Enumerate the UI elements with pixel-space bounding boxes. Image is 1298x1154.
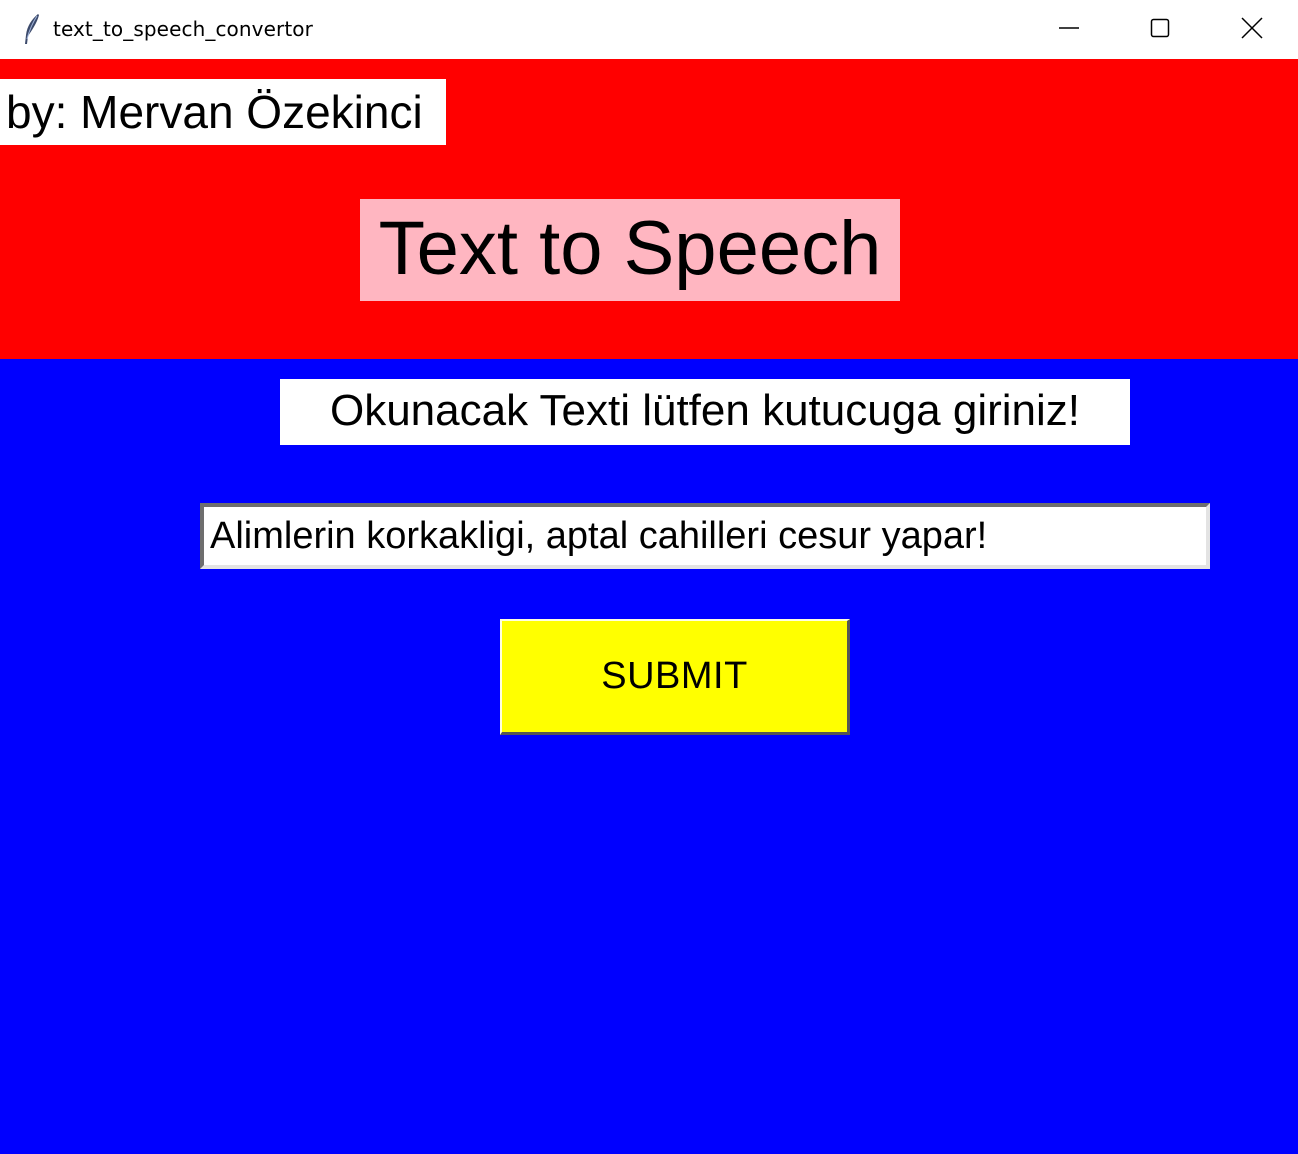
text-input[interactable] — [200, 503, 1210, 569]
author-label: by: Mervan Özekinci — [0, 79, 446, 145]
main-panel: Okunacak Texti lütfen kutucuga giriniz! … — [0, 359, 1298, 1154]
minimize-button[interactable] — [1024, 0, 1114, 56]
close-icon — [1241, 17, 1263, 39]
window-title: text_to_speech_convertor — [53, 17, 313, 41]
minimize-icon — [1059, 18, 1079, 38]
page-title: Text to Speech — [360, 199, 900, 301]
maximize-icon — [1150, 18, 1170, 38]
submit-button[interactable]: SUBMIT — [500, 619, 850, 735]
header-panel: by: Mervan Özekinci Text to Speech — [0, 59, 1298, 359]
close-button[interactable] — [1207, 0, 1297, 56]
prompt-label: Okunacak Texti lütfen kutucuga giriniz! — [280, 379, 1130, 445]
maximize-button[interactable] — [1115, 0, 1205, 56]
app-window: text_to_speech_convertor by: Mervan Özek… — [0, 0, 1298, 1154]
feather-icon — [22, 13, 42, 45]
title-bar: text_to_speech_convertor — [0, 0, 1298, 59]
